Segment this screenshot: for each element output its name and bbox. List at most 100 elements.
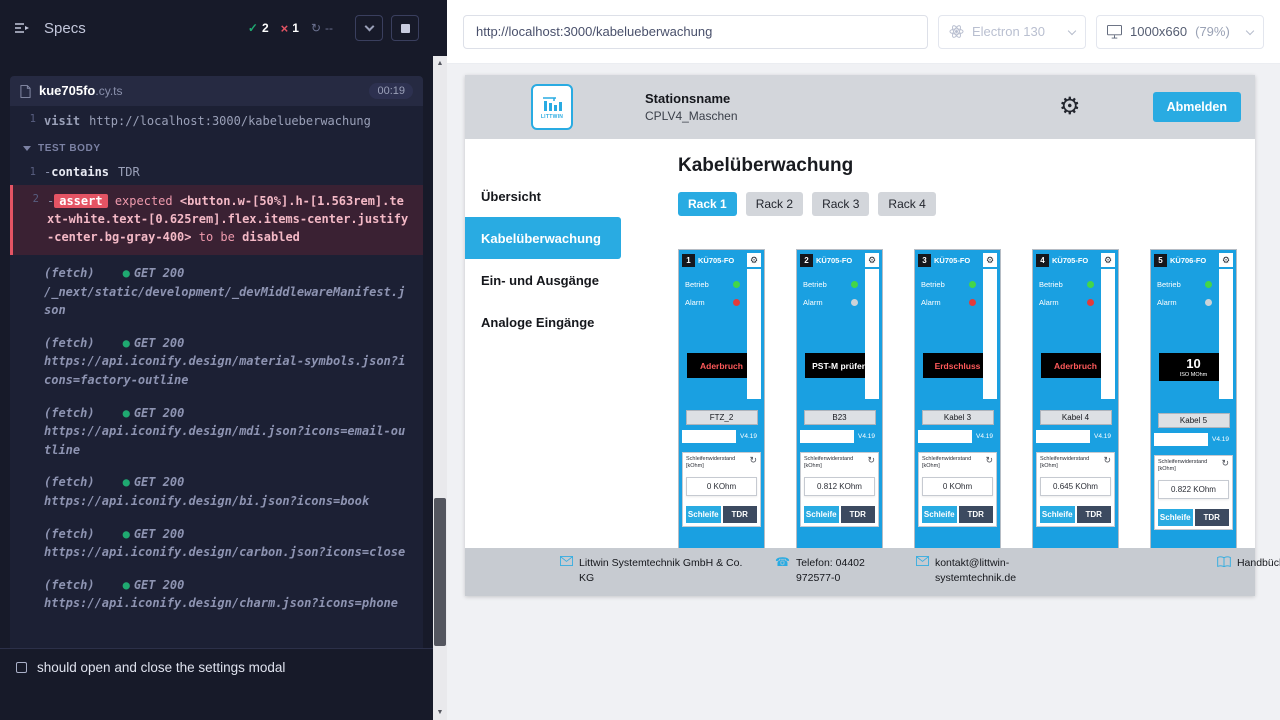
log-assert-failed[interactable]: 2 -assert expected <button.w-[50%].h-[1.… [10, 185, 423, 255]
sidebar-item-uebersicht[interactable]: Übersicht [465, 175, 637, 217]
sidebar-item-kabelueberwachung[interactable]: Kabelüberwachung [465, 217, 621, 259]
log-fetch-entry[interactable]: (fetch)●GET 200 https://api.iconify.desi… [10, 468, 423, 515]
refresh-icon[interactable]: ↻ [1103, 456, 1111, 465]
log-contains-command[interactable]: 1 -containsTDR [10, 161, 423, 183]
collapse-all-button[interactable] [355, 15, 383, 41]
reporter-scrollbar[interactable]: ▲ ▼ [433, 0, 447, 720]
tdr-button[interactable]: TDR [723, 506, 758, 523]
tdr-button[interactable]: TDR [959, 506, 994, 523]
alarm-led [733, 299, 740, 306]
device-card: 2 KÜ705-FO ⚙ Betrieb Alarm PST-M prüfen … [796, 249, 883, 548]
schleife-button[interactable]: Schleife [1158, 509, 1193, 526]
alarm-led [1205, 299, 1212, 306]
logout-button[interactable]: Abmelden [1153, 92, 1241, 122]
alarm-label: Alarm [1157, 298, 1177, 307]
card-gear-icon[interactable]: ⚙ [865, 253, 879, 267]
log-visit-command[interactable]: 1 visithttp://localhost:3000/kabelueberw… [10, 108, 423, 134]
device-card: 4 KÜ705-FO ⚙ Betrieb Alarm Aderbruch Kab… [1032, 249, 1119, 548]
tab-rack-3[interactable]: Rack 3 [812, 192, 869, 216]
card-number: 5 [1154, 254, 1167, 267]
log-fetch-entry[interactable]: (fetch)●GET 200 https://api.iconify.desi… [10, 520, 423, 567]
card-side-strip [1219, 269, 1233, 399]
sidebar-item-ein-und-ausgaenge[interactable]: Ein- und Ausgänge [465, 259, 637, 301]
specs-label[interactable]: Specs [44, 20, 86, 37]
viewport-select[interactable]: 1000x660 (79%) [1096, 15, 1264, 49]
scroll-down-arrow-icon[interactable]: ▼ [433, 705, 447, 720]
card-gear-icon[interactable]: ⚙ [1101, 253, 1115, 267]
sidebar-item-analoge-eingaenge[interactable]: Analoge Eingänge [465, 301, 637, 343]
version-badge: V4.19 [1208, 433, 1233, 446]
footer-manuals-link[interactable]: Handbücher [1217, 556, 1280, 571]
log-fetch-entry[interactable]: (fetch)●GET 200 https://api.iconify.desi… [10, 571, 423, 618]
card-gear-icon[interactable]: ⚙ [1219, 253, 1233, 267]
schleife-button[interactable]: Schleife [804, 506, 839, 523]
next-test-row[interactable]: should open and close the settings modal [0, 648, 433, 686]
betrieb-led [851, 281, 858, 288]
mail-icon [560, 556, 573, 566]
assert-message: -assert expected <button.w-[50%].h-[1.56… [47, 192, 411, 246]
resistance-label: Schleifenwiderstand [kOhm] [922, 456, 978, 470]
refresh-icon[interactable]: ↻ [867, 456, 875, 465]
phone-icon: ☎ [775, 556, 790, 568]
betrieb-led [969, 281, 976, 288]
stop-run-button[interactable] [391, 15, 419, 41]
schleife-button[interactable]: Schleife [686, 506, 721, 523]
card-gear-icon[interactable]: ⚙ [983, 253, 997, 267]
log-fetch-entry[interactable]: (fetch)●GET 200 /_next/static/developmen… [10, 259, 423, 325]
mail-icon [916, 556, 929, 566]
test-stats: ✓2 ×1 ↻ -- [248, 21, 333, 36]
version-row: V4.19 [1036, 430, 1115, 443]
refresh-icon[interactable]: ↻ [1221, 459, 1229, 468]
schleife-button[interactable]: Schleife [1040, 506, 1075, 523]
url-input[interactable] [463, 15, 928, 49]
test-body-section[interactable]: TEST BODY [10, 134, 423, 161]
scroll-up-arrow-icon[interactable]: ▲ [433, 56, 447, 71]
app-sidebar: Übersicht Kabelüberwachung Ein- und Ausg… [465, 139, 637, 548]
version-badge: V4.19 [972, 430, 997, 443]
tab-rack-2[interactable]: Rack 2 [746, 192, 803, 216]
alarm-label: Alarm [803, 298, 823, 307]
resistance-panel: Schleifenwiderstand [kOhm]↻ 0.812 KOhm S… [800, 452, 879, 527]
tdr-button[interactable]: TDR [1195, 509, 1230, 526]
betrieb-label: Betrieb [1039, 280, 1063, 289]
spec-timer: 00:19 [369, 83, 413, 99]
refresh-icon[interactable]: ↻ [749, 456, 757, 465]
card-gear-icon[interactable]: ⚙ [747, 253, 761, 267]
status-display: PST-M prüfen [805, 353, 875, 378]
chevron-down-icon [1246, 26, 1254, 34]
log-fetch-entry[interactable]: (fetch)●GET 200 https://api.iconify.desi… [10, 329, 423, 395]
refresh-icon[interactable]: ↻ [985, 456, 993, 465]
chevron-down-icon [364, 22, 374, 32]
test-state-icon [16, 662, 27, 673]
fetch-url: /_next/static/development/_devMiddleware… [44, 283, 411, 320]
logo-text: LITTWIN [541, 114, 563, 120]
resistance-label: Schleifenwiderstand [kOhm] [804, 456, 860, 470]
cypress-reporter: Specs ✓2 ×1 ↻ -- kue705fo.cy.ts 00:19 1 … [0, 0, 433, 720]
log-fetch-entry[interactable]: (fetch)●GET 200 https://api.iconify.desi… [10, 399, 423, 465]
station-name: CPLV4_Maschen [645, 109, 738, 123]
tab-rack-4[interactable]: Rack 4 [878, 192, 935, 216]
fetch-url: https://api.iconify.design/carbon.json?i… [44, 543, 411, 562]
resistance-value: 0.822 KOhm [1158, 480, 1229, 499]
tdr-button[interactable]: TDR [1077, 506, 1112, 523]
cable-name-field: Kabel 3 [922, 410, 994, 425]
version-row: V4.19 [682, 430, 761, 443]
version-badge: V4.19 [1090, 430, 1115, 443]
chevron-down-icon [23, 146, 31, 151]
betrieb-led [733, 281, 740, 288]
resistance-panel: Schleifenwiderstand [kOhm]↻ 0.822 KOhm S… [1154, 455, 1233, 530]
spec-file-bar[interactable]: kue705fo.cy.ts 00:19 [10, 76, 423, 106]
tdr-button[interactable]: TDR [841, 506, 876, 523]
betrieb-label: Betrieb [685, 280, 709, 289]
betrieb-led [1087, 281, 1094, 288]
main-content: Kabelüberwachung Rack 1 Rack 2 Rack 3 Ra… [637, 139, 1255, 548]
device-card: 5 KÜ706-FO ⚙ Betrieb Alarm 10ISO MOhm Ka… [1150, 249, 1237, 548]
scrollbar-thumb[interactable] [434, 498, 446, 646]
browser-select[interactable]: Electron 130 [938, 15, 1086, 49]
alarm-led [851, 299, 858, 306]
card-number: 1 [682, 254, 695, 267]
settings-gear-icon[interactable]: ⚙ [1059, 95, 1081, 119]
tab-rack-1[interactable]: Rack 1 [678, 192, 737, 216]
resistance-value: 0.645 KOhm [1040, 477, 1111, 496]
schleife-button[interactable]: Schleife [922, 506, 957, 523]
